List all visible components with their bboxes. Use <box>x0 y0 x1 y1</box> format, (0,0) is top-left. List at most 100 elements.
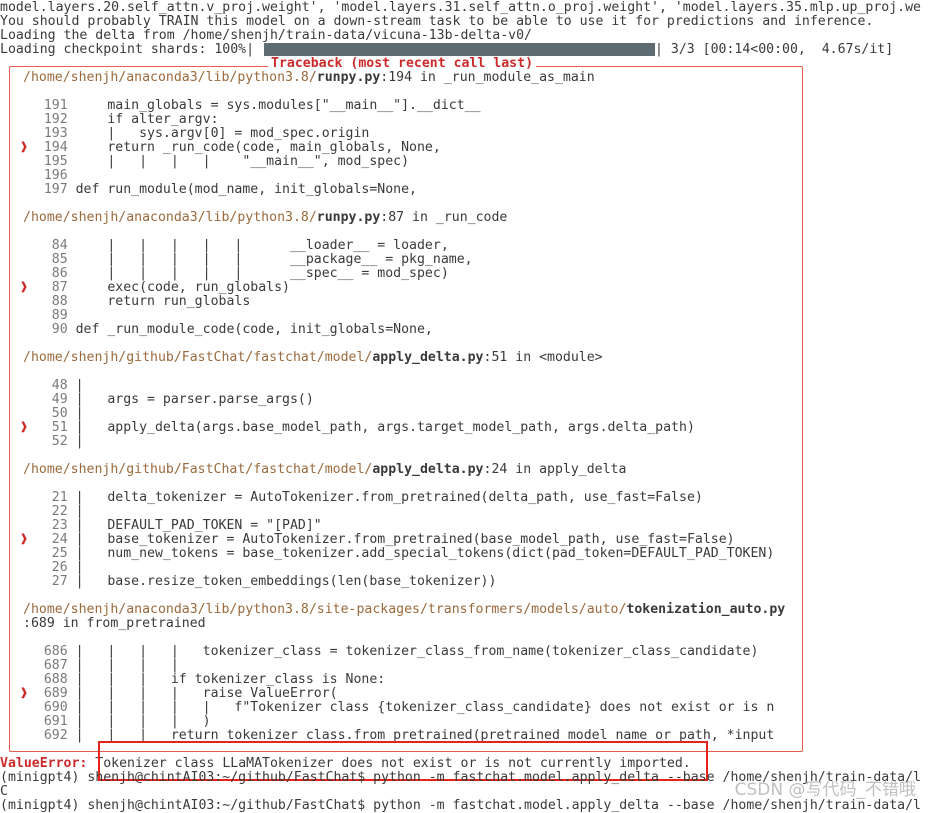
frame-path: /home/shenjh/anaconda3/lib/python3.8/ <box>23 70 317 85</box>
line-number: 689 <box>27 686 76 701</box>
code-text: | | | | ) <box>75 714 211 729</box>
marker-slot <box>20 182 28 197</box>
code-text: exec(code, run_globals) <box>75 280 290 295</box>
frame-loc: :24 in apply_delta <box>483 462 627 477</box>
line-number: 87 <box>27 280 76 295</box>
code-line: 193 | sys.argv[0] = mod_spec.origin <box>20 126 370 141</box>
code-line: 691 | | | | ) <box>20 715 211 729</box>
line-number: 687 <box>27 658 76 673</box>
current-line-marker-icon: ❱ <box>20 686 28 701</box>
code-line: ❱ 194 return _run_code(code, main_global… <box>20 141 441 155</box>
line-number: 194 <box>27 140 76 155</box>
code-line: 688 | | | if tokenizer_class is None: <box>20 673 385 687</box>
frame-location: /home/shenjh/github/FastChat/fastchat/mo… <box>23 351 603 365</box>
marker-slot <box>20 504 28 519</box>
line-number: 52 <box>27 434 76 449</box>
line-number: 691 <box>27 714 76 729</box>
output-line-train-warning: You should probably TRAIN this model on … <box>0 14 874 29</box>
marker-slot <box>20 574 28 589</box>
frame-file: runpy.py <box>316 210 381 225</box>
code-text: | num_new_tokens = base_tokenizer.add_sp… <box>75 546 775 561</box>
line-number: 197 <box>27 182 76 197</box>
code-line: 88 return run_globals <box>20 294 251 309</box>
line-number: 49 <box>27 392 76 407</box>
line-number: 51 <box>27 420 76 435</box>
line-number: 22 <box>27 504 76 519</box>
marker-slot <box>20 490 28 505</box>
marker-slot <box>20 392 28 407</box>
code-text: | delta_tokenizer = AutoTokenizer.from_p… <box>75 490 703 505</box>
marker-slot <box>20 560 28 575</box>
marker-slot <box>20 728 28 743</box>
code-line: 48 | <box>20 379 84 393</box>
code-text: | <box>75 560 84 575</box>
line-number: 90 <box>27 322 76 337</box>
marker-slot <box>20 112 28 127</box>
frame-file: apply_delta.py <box>372 462 484 477</box>
line-number: 26 <box>27 560 76 575</box>
marker-slot <box>20 308 28 323</box>
code-line: 52 | <box>20 435 84 449</box>
csdn-watermark: CSDN @写代码_不错哦 <box>734 780 916 800</box>
code-text: if alter_argv: <box>75 112 219 127</box>
code-line: ❱ 51 | apply_delta(args.base_model_path,… <box>20 421 695 435</box>
code-line: 50 | <box>20 407 84 421</box>
code-text: | <box>75 434 84 449</box>
code-text: | | | | raise ValueError( <box>75 686 338 701</box>
frame-path: /home/shenjh/anaconda3/lib/python3.8/ <box>23 210 317 225</box>
code-line: ❱ 24 | base_tokenizer = AutoTokenizer.fr… <box>20 533 735 547</box>
line-number: 86 <box>27 266 76 281</box>
code-text: return run_globals <box>75 294 251 309</box>
line-number: 88 <box>27 294 76 309</box>
marker-slot <box>20 672 28 687</box>
code-text: | apply_delta(args.base_model_path, args… <box>75 420 695 435</box>
code-text: | <box>75 406 84 421</box>
code-text: | base.resize_token_embeddings(len(base_… <box>75 574 497 589</box>
code-text: | sys.argv[0] = mod_spec.origin <box>75 126 370 141</box>
frame-path: /home/shenjh/github/FastChat/fastchat/mo… <box>23 350 373 365</box>
code-line: 84 | | | | | __loader__ = loader, <box>20 239 449 253</box>
frame-location: /home/shenjh/anaconda3/lib/python3.8/run… <box>23 71 595 85</box>
marker-slot <box>20 154 28 169</box>
code-line: 26 | <box>20 561 84 575</box>
frame-loc: :689 in from_pretrained <box>23 616 206 631</box>
code-line: 195 | | | | "__main__", mod_spec) <box>20 155 409 169</box>
line-number: 692 <box>27 728 76 743</box>
line-number: 191 <box>27 98 76 113</box>
current-line-marker-icon: ❱ <box>20 532 28 547</box>
current-line-marker-icon: ❱ <box>20 280 28 295</box>
code-line: 90 def _run_module_code(code, init_globa… <box>20 323 433 337</box>
frame-location: /home/shenjh/anaconda3/lib/python3.8/sit… <box>23 603 785 617</box>
progress-bar <box>264 43 655 56</box>
marker-slot <box>20 238 28 253</box>
frame-file: tokenization_auto.py <box>626 602 786 617</box>
code-text: | base_tokenizer = AutoTokenizer.from_pr… <box>75 532 735 547</box>
marker-slot <box>20 546 28 561</box>
marker-slot <box>20 658 28 673</box>
line-number: 196 <box>27 168 76 183</box>
code-line: 86 | | | | | __spec__ = mod_spec) <box>20 267 449 281</box>
frame-file: apply_delta.py <box>372 350 484 365</box>
code-line: 23 | DEFAULT_PAD_TOKEN = "[PAD]" <box>20 519 322 533</box>
line-number: 89 <box>27 308 76 323</box>
progress-label: Loading checkpoint shards: 100%| <box>0 42 255 57</box>
marker-slot <box>20 518 28 533</box>
code-text: | | | | | __loader__ = loader, <box>75 238 449 253</box>
line-number: 686 <box>27 644 76 659</box>
code-text: def _run_module_code(code, init_globals=… <box>75 322 433 337</box>
current-line-marker-icon: ❱ <box>20 420 28 435</box>
line-number: 85 <box>27 252 76 267</box>
code-text: | | | | <box>75 658 179 673</box>
marker-slot <box>20 252 28 267</box>
code-line: 22 | <box>20 505 84 519</box>
code-text: | DEFAULT_PAD_TOKEN = "[PAD]" <box>75 518 322 533</box>
marker-slot <box>20 378 28 393</box>
output-line-weights: model.layers.20.self_attn.v_proj.weight'… <box>0 0 921 15</box>
frame-location: /home/shenjh/github/FastChat/fastchat/mo… <box>23 463 626 477</box>
progress-status: | 3/3 [00:14<00:00, 4.67s/it] <box>655 42 894 57</box>
frame-path: /home/shenjh/github/FastChat/fastchat/mo… <box>23 462 373 477</box>
code-line: ❱ 87 exec(code, run_globals) <box>20 281 290 295</box>
code-line: 49 | args = parser.parse_args() <box>20 393 314 407</box>
line-number: 688 <box>27 672 76 687</box>
traceback-title: Traceback (most recent call last) <box>268 57 537 71</box>
